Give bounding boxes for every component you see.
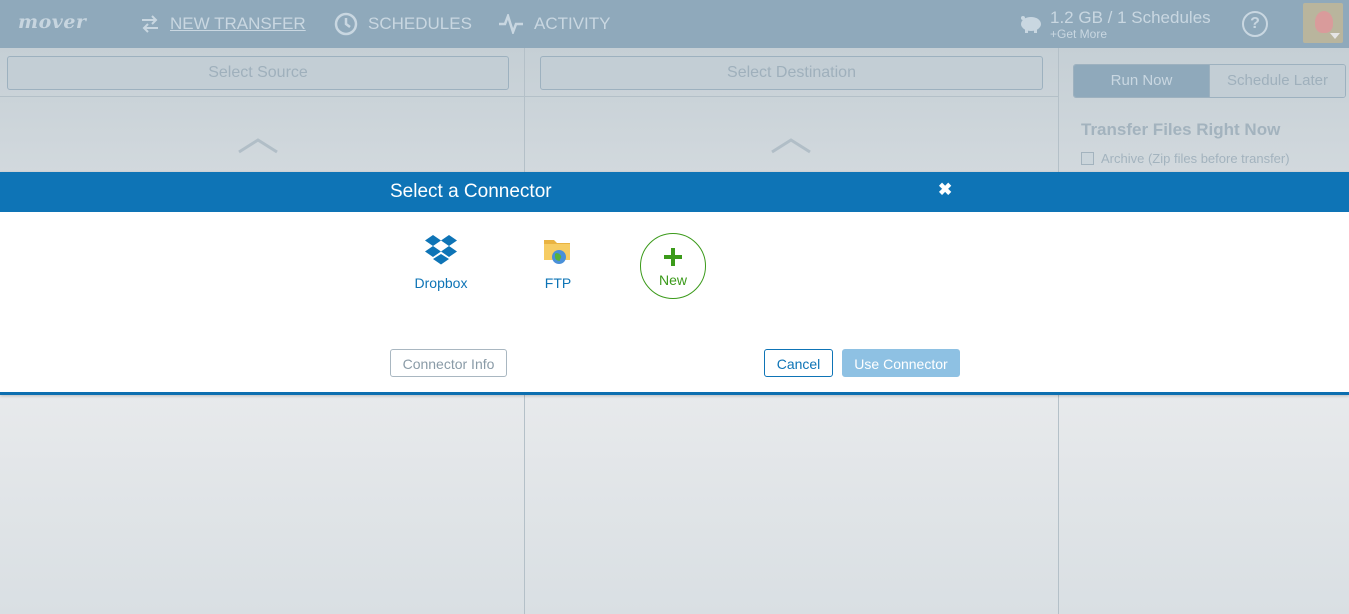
select-destination-field[interactable]: Select Destination (540, 56, 1043, 90)
divider (525, 96, 1058, 97)
connector-dropbox[interactable]: Dropbox (401, 234, 481, 291)
mover-logo[interactable]: mover (18, 11, 86, 33)
plus-icon (664, 248, 682, 266)
nav-activity[interactable]: ACTIVITY (498, 12, 611, 36)
run-now-tab[interactable]: Run Now (1074, 65, 1209, 97)
connector-label: FTP (544, 275, 572, 291)
nav-new-transfer[interactable]: NEW TRANSFER (140, 12, 306, 36)
top-navigation-bar: mover NEW TRANSFER SCHEDULES ACTIVITY 1.… (0, 0, 1349, 48)
run-mode-toggle: Run Now Schedule Later (1073, 64, 1346, 98)
ftp-folder-icon (542, 240, 574, 270)
archive-checkbox[interactable] (1081, 152, 1094, 165)
connector-label: New (658, 272, 687, 288)
select-source-field[interactable]: Select Source (7, 56, 509, 90)
user-avatar[interactable] (1303, 3, 1343, 43)
nav-schedules[interactable]: SCHEDULES (334, 12, 472, 36)
nav-activity-label: ACTIVITY (534, 14, 611, 33)
schedule-later-tab[interactable]: Schedule Later (1209, 65, 1345, 97)
archive-label: Archive (Zip files before transfer) (1101, 151, 1290, 166)
nav-new-transfer-label: NEW TRANSFER (170, 14, 306, 33)
close-icon[interactable]: ✖ (938, 180, 952, 200)
chevron-up-icon[interactable] (771, 138, 811, 154)
transfer-arrows-icon (140, 15, 160, 33)
activity-pulse-icon (498, 14, 524, 34)
connector-info-button[interactable]: Connector Info (390, 349, 507, 377)
usage-text: 1.2 GB / 1 Schedules (1050, 8, 1211, 27)
chevron-down-icon (1330, 33, 1340, 39)
divider (0, 96, 524, 97)
get-more-link[interactable]: +Get More (1050, 27, 1107, 41)
chevron-up-icon[interactable] (238, 138, 278, 154)
use-connector-button[interactable]: Use Connector (842, 349, 960, 377)
connector-label: Dropbox (414, 275, 468, 291)
clock-icon (334, 12, 358, 36)
cancel-button[interactable]: Cancel (764, 349, 833, 377)
transfer-section-title: Transfer Files Right Now (1081, 120, 1281, 139)
help-icon[interactable]: ? (1242, 11, 1268, 37)
piggy-bank-icon (1018, 14, 1044, 39)
connector-ftp[interactable]: FTP (518, 234, 598, 291)
modal-title: Select a Connector (390, 181, 552, 202)
avatar-image (1315, 11, 1333, 33)
nav-schedules-label: SCHEDULES (368, 14, 472, 33)
archive-option[interactable]: Archive (Zip files before transfer) (1081, 151, 1290, 166)
dropbox-icon (424, 235, 458, 270)
modal-header: Select a Connector ✖ (0, 172, 1349, 212)
select-connector-modal: Select a Connector ✖ Dropbox FTP New Con… (0, 172, 1349, 395)
connector-new[interactable]: New (640, 233, 706, 299)
